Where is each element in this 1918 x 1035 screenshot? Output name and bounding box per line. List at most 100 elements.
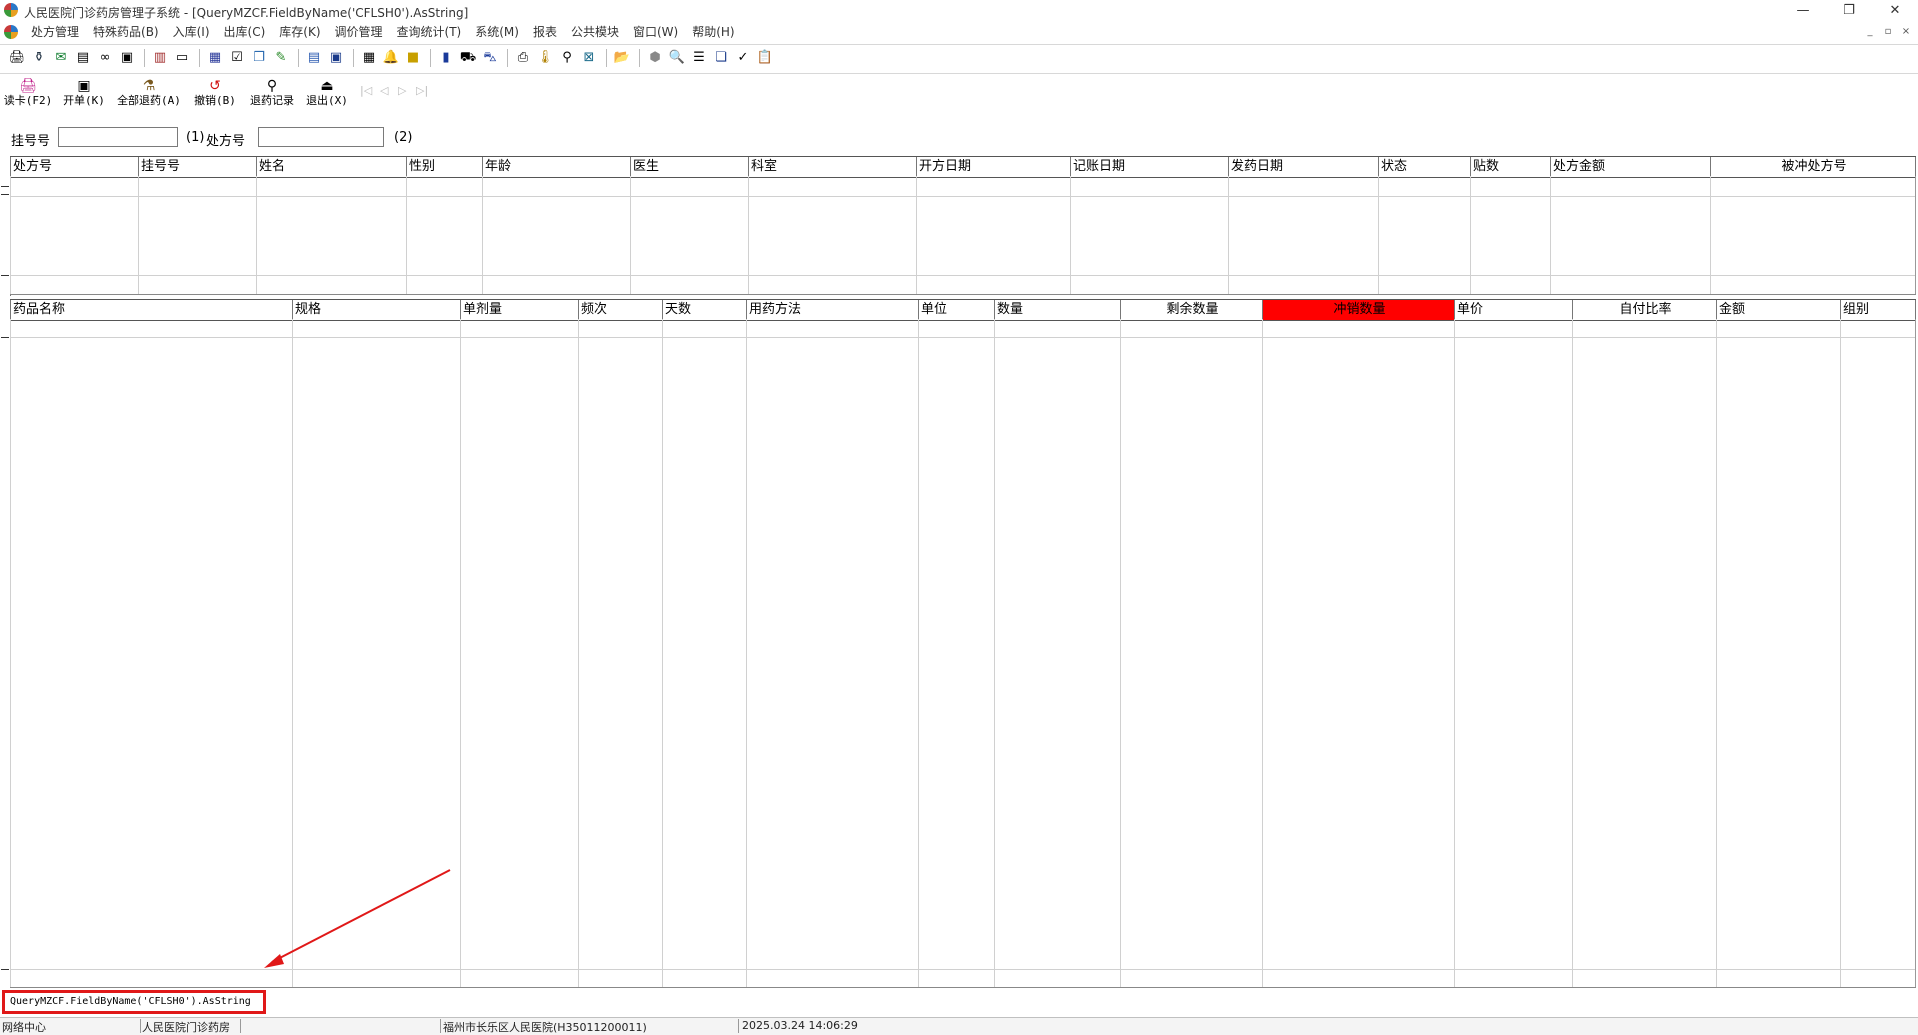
menu-special-drugs[interactable]: 特殊药品(B) xyxy=(86,24,166,40)
col-patient-name[interactable]: 姓名 xyxy=(256,157,406,177)
menu-system[interactable]: 系统(M) xyxy=(468,24,526,40)
bell-icon[interactable]: 🔔 xyxy=(382,49,400,67)
col-drug-name[interactable]: 药品名称 xyxy=(10,300,292,320)
next-record-icon[interactable]: ▷ xyxy=(398,84,406,97)
col-rx-amount[interactable]: 处方金额 xyxy=(1550,157,1710,177)
id-card-icon[interactable]: ▭ xyxy=(173,49,191,67)
notebook-icon[interactable]: ▤ xyxy=(305,49,323,67)
menu-query-stats[interactable]: 查询统计(T) xyxy=(390,24,469,40)
col-quantity[interactable]: 数量 xyxy=(994,300,1120,320)
app-logo-icon xyxy=(4,3,18,17)
report-icon[interactable]: ▦ xyxy=(206,49,224,67)
annotation-arrow xyxy=(264,869,451,968)
zoom-icon[interactable]: 🔍 xyxy=(668,49,686,67)
col-prescribe-date[interactable]: 开方日期 xyxy=(916,157,1070,177)
folder-icon[interactable]: 📂 xyxy=(613,49,631,67)
monitor-icon[interactable]: ▣ xyxy=(327,49,345,67)
copy-icon[interactable]: ❐ xyxy=(250,49,268,67)
col-doctor[interactable]: 医生 xyxy=(630,157,748,177)
return-records-button[interactable]: ⚲ 退药记录 xyxy=(246,78,298,108)
mail-icon[interactable]: ✉ xyxy=(52,49,70,67)
close-button[interactable]: ✕ xyxy=(1872,0,1918,22)
mdi-child-icon xyxy=(4,25,18,39)
col-spec[interactable]: 规格 xyxy=(292,300,460,320)
mdi-restore-button[interactable]: ▫ xyxy=(1880,26,1896,37)
menu-rx-management[interactable]: 处方管理 xyxy=(24,24,86,40)
reg-number-input[interactable] xyxy=(58,127,178,147)
menu-price-adjust[interactable]: 调价管理 xyxy=(328,24,390,40)
cancel-button[interactable]: ↺ 撤销(B) xyxy=(192,78,238,108)
mdi-close-button[interactable]: × xyxy=(1898,26,1914,37)
menu-common[interactable]: 公共模块 xyxy=(564,24,626,40)
row-line xyxy=(10,294,1916,295)
prev-record-icon[interactable]: ◁ xyxy=(380,84,388,97)
grid-icon[interactable]: ▦ xyxy=(360,49,378,67)
column-divider xyxy=(482,176,483,294)
col-department[interactable]: 科室 xyxy=(748,157,916,177)
menu-inventory[interactable]: 库存(K) xyxy=(272,24,327,40)
globe-icon[interactable]: ⬢ xyxy=(646,49,664,67)
printer-icon[interactable]: ⎙ xyxy=(514,49,532,67)
menu-stock-out[interactable]: 出库(C) xyxy=(217,24,273,40)
window-icon[interactable]: ❏ xyxy=(712,49,730,67)
return-drugs-icon: ⚗ xyxy=(142,78,156,94)
menu-reports[interactable]: 报表 xyxy=(526,24,564,40)
all-return-button[interactable]: ⚗ 全部退药(A) xyxy=(114,78,184,108)
col-status[interactable]: 状态 xyxy=(1378,157,1470,177)
truck-icon[interactable]: ⛟ xyxy=(459,49,477,67)
col-doses[interactable]: 贴数 xyxy=(1470,157,1550,177)
col-group[interactable]: 组别 xyxy=(1840,300,1916,320)
col-frequency[interactable]: 频次 xyxy=(578,300,662,320)
cart-icon[interactable]: ⛍ xyxy=(481,49,499,67)
menu-window[interactable]: 窗口(W) xyxy=(626,24,685,40)
col-unit-price[interactable]: 单价 xyxy=(1454,300,1572,320)
col-self-pay-ratio[interactable]: 自付比率 xyxy=(1572,300,1716,320)
edit-icon[interactable]: ✎ xyxy=(272,49,290,67)
column-divider xyxy=(1915,319,1916,987)
check-icon[interactable]: ☑ xyxy=(228,49,246,67)
column-divider xyxy=(1550,176,1551,294)
col-offset-rx-number[interactable]: 被冲处方号 xyxy=(1710,157,1916,177)
col-billing-date[interactable]: 记账日期 xyxy=(1070,157,1228,177)
bin-icon[interactable]: ▮ xyxy=(437,49,455,67)
yellow-box-icon[interactable]: ■ xyxy=(404,49,422,67)
col-offset-qty[interactable]: 冲销数量 xyxy=(1262,300,1454,320)
thermometer-icon[interactable]: 🌡 xyxy=(536,49,554,67)
list-icon[interactable]: ☰ xyxy=(690,49,708,67)
icon-toolbar: 🖨 ⚱ ✉ ▤ ∞ ▣ ▥ ▭ ▦ ☑ ❐ ✎ ▤ ▣ ▦ 🔔 ■ ▮ ⛟ ⛍ … xyxy=(0,44,1918,74)
check-form-icon[interactable]: ✓ xyxy=(734,49,752,67)
col-age[interactable]: 年龄 xyxy=(482,157,630,177)
minimize-button[interactable]: — xyxy=(1780,0,1826,22)
magnifier-icon[interactable]: ⚲ xyxy=(558,49,576,67)
col-sex[interactable]: 性别 xyxy=(406,157,482,177)
mdi-minimize-button[interactable]: _ xyxy=(1862,26,1878,37)
book-icon[interactable]: ▥ xyxy=(151,49,169,67)
col-unit-dose[interactable]: 单剂量 xyxy=(460,300,578,320)
calculator-icon[interactable]: ⊠ xyxy=(580,49,598,67)
col-reg-number[interactable]: 挂号号 xyxy=(138,157,256,177)
rx-number-input[interactable] xyxy=(258,127,384,147)
col-remaining-qty[interactable]: 剩余数量 xyxy=(1120,300,1262,320)
col-days[interactable]: 天数 xyxy=(662,300,746,320)
read-card-button[interactable]: 🖨 读卡(F2) xyxy=(3,78,53,108)
drug-bottle-icon[interactable]: ⚱ xyxy=(30,49,48,67)
exit-button[interactable]: ⏏ 退出(X) xyxy=(304,78,350,108)
col-amount[interactable]: 金额 xyxy=(1716,300,1840,320)
col-usage[interactable]: 用药方法 xyxy=(746,300,918,320)
binoculars-icon[interactable]: ∞ xyxy=(96,49,114,67)
document-icon[interactable]: ▤ xyxy=(74,49,92,67)
restore-button[interactable]: ❐ xyxy=(1826,0,1872,22)
stamp-icon[interactable]: ▣ xyxy=(118,49,136,67)
clipboard-icon[interactable]: 📋 xyxy=(756,49,774,67)
all-return-label: 全部退药(A) xyxy=(117,94,181,107)
open-bill-button[interactable]: ▣ 开单(K) xyxy=(60,78,108,108)
menu-help[interactable]: 帮助(H) xyxy=(685,24,741,40)
toolbar-separator xyxy=(606,49,607,67)
col-unit[interactable]: 单位 xyxy=(918,300,994,320)
last-record-icon[interactable]: ▷| xyxy=(416,84,428,97)
first-record-icon[interactable]: |◁ xyxy=(360,84,372,97)
card-reader-icon[interactable]: 🖨 xyxy=(8,49,26,67)
col-dispense-date[interactable]: 发药日期 xyxy=(1228,157,1378,177)
menu-stock-in[interactable]: 入库(I) xyxy=(166,24,217,40)
col-rx-number[interactable]: 处方号 xyxy=(10,157,138,177)
